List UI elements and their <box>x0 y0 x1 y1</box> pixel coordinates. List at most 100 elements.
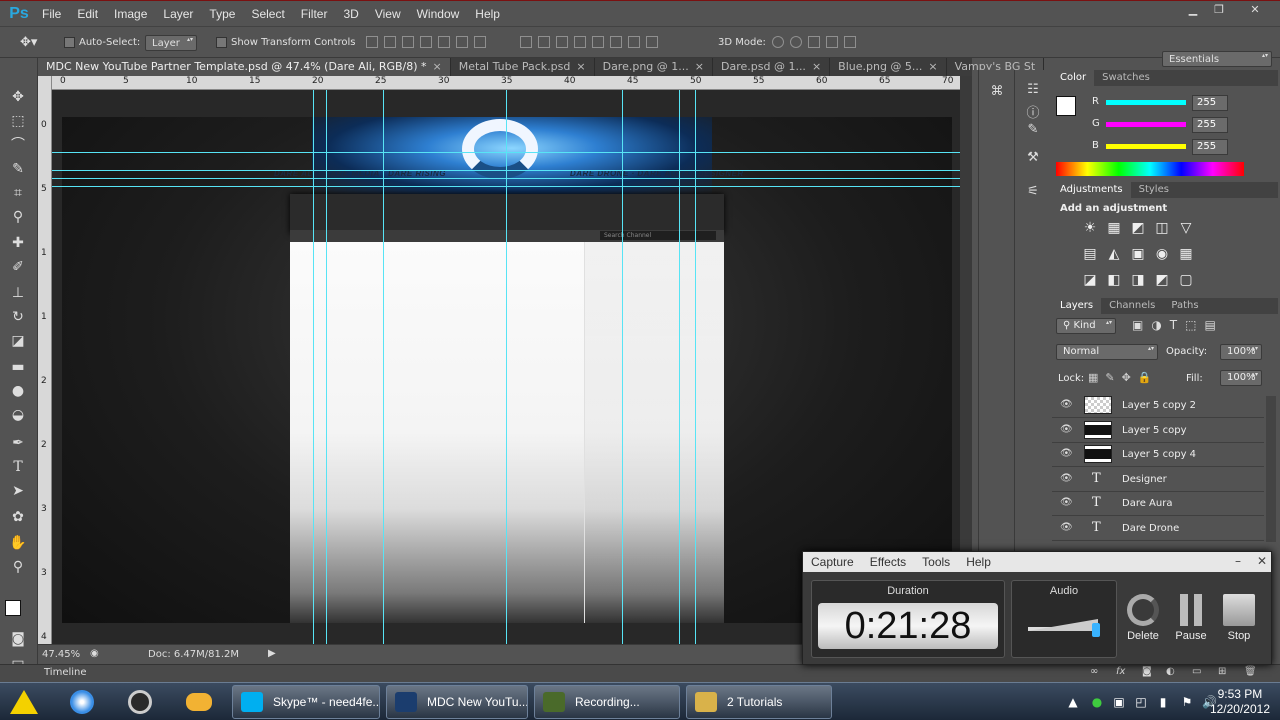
adjustment-icon[interactable]: ◭ <box>1106 246 1122 262</box>
pen-tool-icon[interactable]: ✒ <box>7 432 29 454</box>
adjust-tab-styles[interactable]: Styles <box>1131 182 1177 198</box>
stop-button[interactable]: Stop <box>1219 594 1259 642</box>
menu-file[interactable]: File <box>34 1 69 27</box>
trash-icon[interactable]: 🗑 <box>1244 666 1257 677</box>
adjustment-icon[interactable]: ▢ <box>1178 272 1194 288</box>
menu-view[interactable]: View <box>367 1 409 27</box>
color-spectrum[interactable] <box>1056 162 1244 176</box>
restore-icon[interactable]: ❐ <box>1210 3 1228 16</box>
adjustment-icon[interactable]: ◪ <box>1082 272 1098 288</box>
tray-window-icon[interactable]: ◰ <box>1134 695 1148 709</box>
layers-tab-paths[interactable]: Paths <box>1163 298 1206 314</box>
browser-icon[interactable] <box>68 688 98 716</box>
minimize-icon[interactable]: ▁ <box>1184 3 1202 16</box>
quick-mask-icon[interactable]: ◙ <box>7 628 29 650</box>
adjustment-icon[interactable]: ☀ <box>1082 220 1098 236</box>
marquee-tool-icon[interactable]: ⬚ <box>7 110 29 132</box>
color-tab-swatches[interactable]: Swatches <box>1094 70 1158 86</box>
steam-icon[interactable] <box>126 688 156 716</box>
adjustment-icon[interactable]: ◩ <box>1130 220 1146 236</box>
taskbar-clock[interactable]: 9:53 PM 12/20/2012 <box>1210 687 1270 717</box>
eyedropper-tool-icon[interactable]: ⚲ <box>7 206 29 228</box>
slider-track[interactable] <box>1106 144 1186 149</box>
adjust-tab-adjustments[interactable]: Adjustments <box>1052 182 1131 198</box>
slider-value-field[interactable]: 255 <box>1192 95 1228 111</box>
start-icon[interactable] <box>10 688 40 716</box>
type-tool-icon[interactable]: T <box>7 456 29 478</box>
brush-tool-icon[interactable]: ✐ <box>7 256 29 278</box>
adjustment-icon[interactable]: ◉ <box>1154 246 1170 262</box>
gradient-tool-icon[interactable]: ▬ <box>7 356 29 378</box>
slider-value-field[interactable]: 255 <box>1192 139 1228 155</box>
chat-app-icon[interactable] <box>184 688 214 716</box>
tray-arrow-icon[interactable]: ▲ <box>1066 695 1080 709</box>
document-tab[interactable]: Blue.png @ 5... × <box>830 58 947 76</box>
tray-flag-icon[interactable]: ⚑ <box>1180 695 1194 709</box>
properties-icon[interactable]: ☷ <box>1025 82 1041 98</box>
status-arrow-icon[interactable]: ▶ <box>268 648 276 659</box>
guide-line[interactable] <box>52 178 960 179</box>
adjustment-icon[interactable]: ◨ <box>1130 272 1146 288</box>
layers-tab-layers[interactable]: Layers <box>1052 298 1102 314</box>
taskbar-task[interactable]: Recording... <box>534 685 680 719</box>
recorder-menu-tools[interactable]: Tools <box>914 555 958 569</box>
menu-select[interactable]: Select <box>243 1 292 27</box>
lasso-tool-icon[interactable]: ⌒ <box>7 134 29 156</box>
brush-presets-icon[interactable]: ✎ <box>1025 122 1041 138</box>
move-tool-icon[interactable]: ✥▾ <box>20 35 37 51</box>
visibility-eye-icon[interactable]: 👁 <box>1060 522 1073 533</box>
hand-tool-icon[interactable]: ✋ <box>7 532 29 554</box>
recorder-menu-help[interactable]: Help <box>958 555 999 569</box>
layers-tab-channels[interactable]: Channels <box>1101 298 1163 314</box>
mask-icon[interactable]: ◙ <box>1142 666 1152 677</box>
document-tab[interactable]: Dare.psd @ 1... × <box>713 58 831 76</box>
taskbar-task[interactable]: MDC New YouTu... <box>386 685 528 719</box>
recorder-minimize-icon[interactable]: – <box>1235 554 1241 568</box>
layer-row[interactable]: 👁 T Designer <box>1052 468 1264 492</box>
zoom-tool-icon[interactable]: ⚲ <box>7 556 29 578</box>
delete-button[interactable]: Delete <box>1123 594 1163 642</box>
tray-network-icon[interactable]: ▮ <box>1156 695 1170 709</box>
distribute-icons[interactable] <box>520 36 658 50</box>
guide-line[interactable] <box>52 152 960 153</box>
color-swatch-icon[interactable] <box>5 598 29 624</box>
path-select-tool-icon[interactable]: ➤ <box>7 480 29 502</box>
slider-track[interactable] <box>1106 122 1186 127</box>
adjustment-icon[interactable]: ▦ <box>1178 246 1194 262</box>
guide-line[interactable] <box>679 90 680 644</box>
layer-row[interactable]: 👁 T Dare Drone <box>1052 517 1264 541</box>
opacity-field[interactable]: 100% <box>1220 344 1262 360</box>
dodge-tool-icon[interactable]: ◒ <box>7 404 29 426</box>
layer-row[interactable]: 👁 Layer 5 copy 4 <box>1052 443 1264 467</box>
document-tab[interactable]: MDC New YouTube Partner Template.psd @ 4… <box>38 58 451 76</box>
recorder-menu-effects[interactable]: Effects <box>862 555 914 569</box>
pause-button[interactable]: Pause <box>1171 594 1211 642</box>
layer-row[interactable]: 👁 Layer 5 copy <box>1052 419 1264 443</box>
status-menu-icon[interactable]: ◉ <box>90 648 99 659</box>
crop-tool-icon[interactable]: ⌗ <box>7 182 29 204</box>
adjustment-icon[interactable]: ▦ <box>1106 220 1122 236</box>
fill-field[interactable]: 100% <box>1220 370 1262 386</box>
history-icon[interactable]: ⌘ <box>989 84 1005 100</box>
tab-close-icon[interactable]: × <box>812 60 821 73</box>
adjustment-icon[interactable]: ◐ <box>1166 666 1175 677</box>
guide-line[interactable] <box>622 90 623 644</box>
info-icon[interactable]: ⓘ <box>1025 106 1041 122</box>
workspace-dropdown[interactable]: Essentials <box>1162 51 1272 67</box>
show-transform-checkbox[interactable]: Show Transform Controls <box>216 35 355 51</box>
timeline-tab[interactable]: Timeline <box>44 667 87 678</box>
slider-track[interactable] <box>1106 100 1186 105</box>
visibility-eye-icon[interactable]: 👁 <box>1060 497 1073 508</box>
character-icon[interactable]: ⚟ <box>1025 184 1041 200</box>
menu-layer[interactable]: Layer <box>155 1 201 27</box>
zoom-level[interactable]: 47.45% <box>42 649 80 660</box>
recorder-close-icon[interactable]: ✕ <box>1257 554 1267 568</box>
fx-icon[interactable]: fx <box>1116 666 1125 677</box>
layer-filter-dropdown[interactable]: ⚲ Kind <box>1056 318 1116 334</box>
menu-edit[interactable]: Edit <box>69 1 106 27</box>
menu-help[interactable]: Help <box>467 1 508 27</box>
visibility-eye-icon[interactable]: 👁 <box>1060 399 1073 410</box>
taskbar-task[interactable]: 2 Tutorials <box>686 685 832 719</box>
adjustment-icon[interactable]: ▽ <box>1178 220 1194 236</box>
tab-close-icon[interactable]: × <box>433 60 442 73</box>
